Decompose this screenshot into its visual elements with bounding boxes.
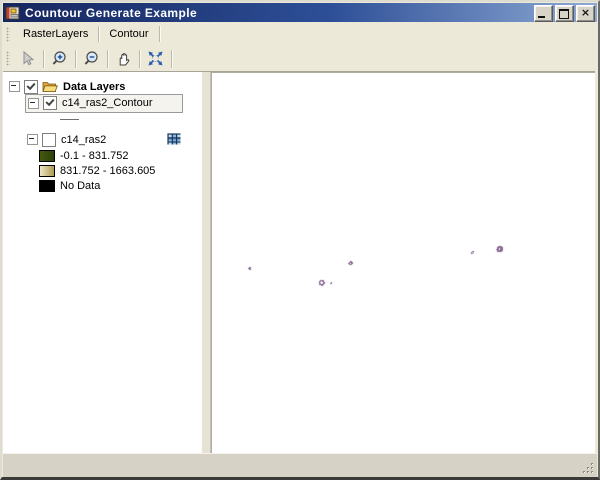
cursor-arrow-icon (19, 50, 36, 67)
tree-node-label: c14_ras2 (61, 134, 106, 146)
toolbar-separator (75, 50, 76, 68)
menubar-grip[interactable] (6, 27, 10, 42)
status-bar (3, 453, 597, 477)
pointer-tool-button[interactable] (15, 48, 40, 70)
app-icon (5, 5, 21, 21)
window-title: Countour Generate Example (25, 6, 197, 20)
close-button[interactable]: × (576, 5, 595, 22)
tree-node-label: c14_ras2_Contour (62, 97, 153, 109)
toolbar-separator (171, 50, 172, 68)
toolbar-separator (107, 50, 108, 68)
magnifier-plus-icon (51, 50, 68, 67)
class-color-swatch (39, 150, 55, 162)
title-bar[interactable]: Countour Generate Example × (3, 3, 597, 22)
legend-item: -0.1 - 831.752 (39, 148, 201, 163)
magnifier-minus-icon (83, 50, 100, 67)
hand-icon (115, 50, 132, 67)
zoom-out-button[interactable] (79, 48, 104, 70)
menu-separator (159, 26, 160, 42)
expand-arrows-icon (147, 50, 164, 67)
data-layers-checkbox[interactable] (24, 80, 38, 94)
map-canvas[interactable] (213, 75, 598, 453)
contour-line-symbol (60, 119, 79, 120)
maximize-button[interactable] (555, 5, 574, 22)
legend-label: -0.1 - 831.752 (60, 150, 129, 162)
toolbar-separator (43, 50, 44, 68)
minimize-button[interactable] (534, 5, 553, 22)
legend-item: 831.752 - 1663.605 (39, 163, 201, 178)
menu-rasterlayers[interactable]: RasterLayers (14, 25, 97, 44)
maximize-icon (559, 9, 569, 19)
pan-button[interactable] (111, 48, 136, 70)
tree-node-data-layers[interactable]: Data Layers (9, 78, 201, 95)
toolbar-separator (139, 50, 140, 68)
minimize-icon (538, 16, 545, 18)
collapse-expander-icon[interactable] (28, 98, 39, 109)
close-icon: × (577, 6, 594, 21)
class-color-swatch (39, 180, 55, 192)
menu-separator (98, 26, 99, 42)
map-view[interactable] (211, 72, 595, 454)
zoom-in-button[interactable] (47, 48, 72, 70)
resize-grip[interactable] (581, 462, 595, 475)
contour-layer-checkbox[interactable] (43, 96, 57, 110)
collapse-expander-icon[interactable] (27, 134, 38, 145)
class-color-swatch (39, 165, 55, 177)
window-controls: × (534, 5, 595, 22)
tree-node-label: Data Layers (63, 81, 125, 93)
layers-panel: Data Layers c14_ras2_Contour c14_ras2 (3, 72, 201, 454)
full-extent-button[interactable] (143, 48, 168, 70)
tree-node-raster-layer[interactable]: c14_ras2 (27, 131, 201, 148)
tree-node-contour-layer[interactable]: c14_ras2_Contour (9, 95, 201, 112)
legend-label: No Data (60, 180, 100, 192)
selected-node-highlight[interactable]: c14_ras2_Contour (25, 94, 183, 113)
toolbar (3, 46, 597, 71)
collapse-expander-icon[interactable] (9, 81, 20, 92)
content-area: Data Layers c14_ras2_Contour c14_ras2 (3, 71, 595, 454)
menu-bar: RasterLayers Contour (3, 22, 597, 46)
open-folder-icon (42, 80, 58, 93)
panel-splitter[interactable] (201, 72, 211, 454)
raster-grid-icon (167, 132, 181, 146)
toolbar-grip[interactable] (6, 51, 10, 66)
legend-label: 831.752 - 1663.605 (60, 165, 155, 177)
app-window: Countour Generate Example × RasterLayers… (0, 0, 600, 480)
contour-symbol-row (60, 112, 201, 127)
menu-contour[interactable]: Contour (100, 25, 157, 44)
raster-layer-checkbox[interactable] (42, 133, 56, 147)
legend-item: No Data (39, 178, 201, 193)
